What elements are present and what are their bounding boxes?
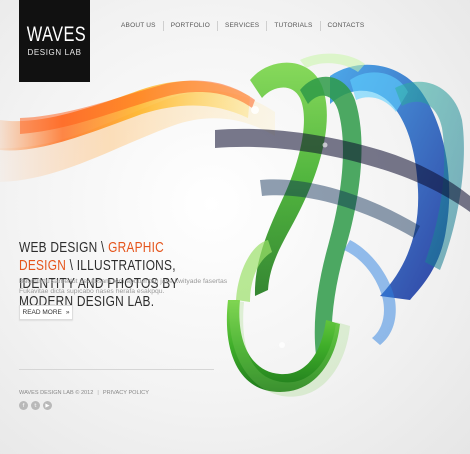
twitter-icon[interactable]: t: [31, 401, 40, 410]
footer-divider: [19, 369, 214, 370]
headline-part-1: WEB DESIGN \: [19, 239, 109, 256]
read-more-label: READ MORE: [22, 309, 62, 316]
nav-item-contacts[interactable]: CONTACTS: [319, 21, 372, 31]
hero-headline: WEB DESIGN \ GRAPHIC DESIGN \ ILLUSTRATI…: [19, 239, 195, 311]
hero-body-text: Baomindu samedut pecabsam rem apquentab …: [19, 278, 228, 295]
footer-separator: |: [97, 390, 99, 396]
privacy-policy-link[interactable]: PRIVACY POLICY: [103, 390, 149, 396]
footer: WAVES DESIGN LAB © 2012 | PRIVACY POLICY: [19, 390, 149, 396]
read-more-button[interactable]: READ MORE »: [19, 305, 73, 320]
nav-item-portfolio[interactable]: PORTFOLIO: [162, 21, 217, 31]
logo[interactable]: WAVES DESIGN LAB: [19, 0, 90, 82]
social-icons: f t ▶: [19, 401, 52, 410]
main-nav: ABOUT US PORTFOLIO SERVICES TUTORIALS CO…: [114, 21, 371, 31]
nav-item-tutorials[interactable]: TUTORIALS: [266, 21, 319, 31]
youtube-icon[interactable]: ▶: [43, 401, 52, 410]
nav-item-services[interactable]: SERVICES: [216, 21, 266, 31]
nav-item-about-us[interactable]: ABOUT US: [114, 21, 163, 31]
logo-title: WAVES: [26, 23, 87, 46]
logo-subtitle: DESIGN LAB: [27, 48, 82, 57]
facebook-icon[interactable]: f: [19, 401, 28, 410]
double-arrow-icon: »: [65, 309, 70, 316]
copyright-text: WAVES DESIGN LAB © 2012: [19, 390, 94, 396]
